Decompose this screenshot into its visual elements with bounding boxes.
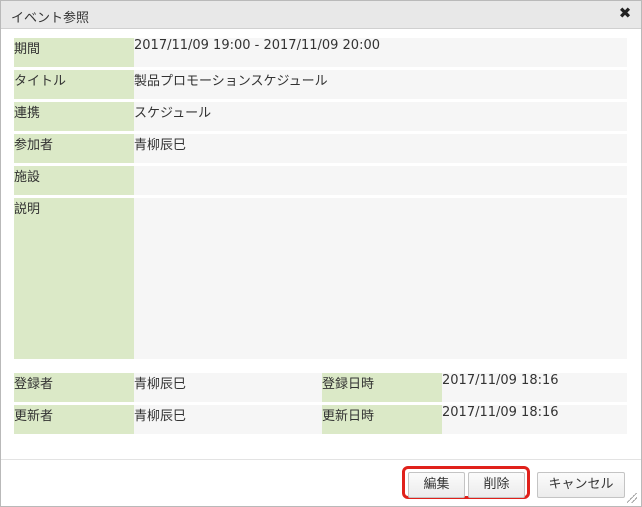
- cancel-button[interactable]: キャンセル: [537, 472, 625, 498]
- registered-at-value: 2017/11/09 18:16: [442, 373, 627, 402]
- field-label-link: 連携: [14, 102, 134, 131]
- event-view-dialog: イベント参照 ✖ 期間 2017/11/09 19:00 - 2017/11/0…: [0, 0, 642, 507]
- registrant-value: 青柳辰巳: [134, 373, 322, 402]
- field-row-facility: 施設: [14, 166, 627, 195]
- close-icon[interactable]: ✖: [618, 5, 632, 21]
- dialog-title: イベント参照: [11, 11, 90, 26]
- edit-button[interactable]: 編集: [408, 472, 465, 498]
- dialog-content: 期間 2017/11/09 19:00 - 2017/11/09 20:00 タ…: [1, 29, 641, 457]
- field-label-period: 期間: [14, 38, 134, 67]
- resize-grip-icon[interactable]: [627, 493, 637, 503]
- field-row-link: 連携 スケジュール: [14, 102, 627, 131]
- field-value-period: 2017/11/09 19:00 - 2017/11/09 20:00: [134, 38, 627, 67]
- meta-row-updated: 更新者 青柳辰巳 更新日時 2017/11/09 18:16: [14, 405, 627, 434]
- meta-table: 登録者 青柳辰巳 登録日時 2017/11/09 18:16 更新者 青柳辰巳 …: [14, 370, 627, 437]
- field-value-description: [134, 198, 627, 359]
- field-row-period: 期間 2017/11/09 19:00 - 2017/11/09 20:00: [14, 38, 627, 67]
- delete-button[interactable]: 削除: [468, 472, 525, 498]
- field-value-link: スケジュール: [134, 102, 627, 131]
- field-label-participants: 参加者: [14, 134, 134, 163]
- dialog-titlebar[interactable]: イベント参照 ✖: [1, 1, 641, 29]
- dialog-footer: 編集 削除 キャンセル: [1, 459, 641, 507]
- updated-at-label: 更新日時: [322, 405, 442, 434]
- field-label-title: タイトル: [14, 70, 134, 99]
- field-row-title: タイトル 製品プロモーションスケジュール: [14, 70, 627, 99]
- field-row-description: 説明: [14, 198, 627, 359]
- field-label-description: 説明: [14, 198, 134, 359]
- updated-at-value: 2017/11/09 18:16: [442, 405, 627, 434]
- registered-at-label: 登録日時: [322, 373, 442, 402]
- meta-row-registered: 登録者 青柳辰巳 登録日時 2017/11/09 18:16: [14, 373, 627, 402]
- field-value-title: 製品プロモーションスケジュール: [134, 70, 627, 99]
- updater-value: 青柳辰巳: [134, 405, 322, 434]
- registrant-label: 登録者: [14, 373, 134, 402]
- field-label-facility: 施設: [14, 166, 134, 195]
- event-detail-table: 期間 2017/11/09 19:00 - 2017/11/09 20:00 タ…: [14, 35, 627, 362]
- field-row-participants: 参加者 青柳辰巳: [14, 134, 627, 163]
- field-value-participants: 青柳辰巳: [134, 134, 627, 163]
- updater-label: 更新者: [14, 405, 134, 434]
- field-value-facility: [134, 166, 627, 195]
